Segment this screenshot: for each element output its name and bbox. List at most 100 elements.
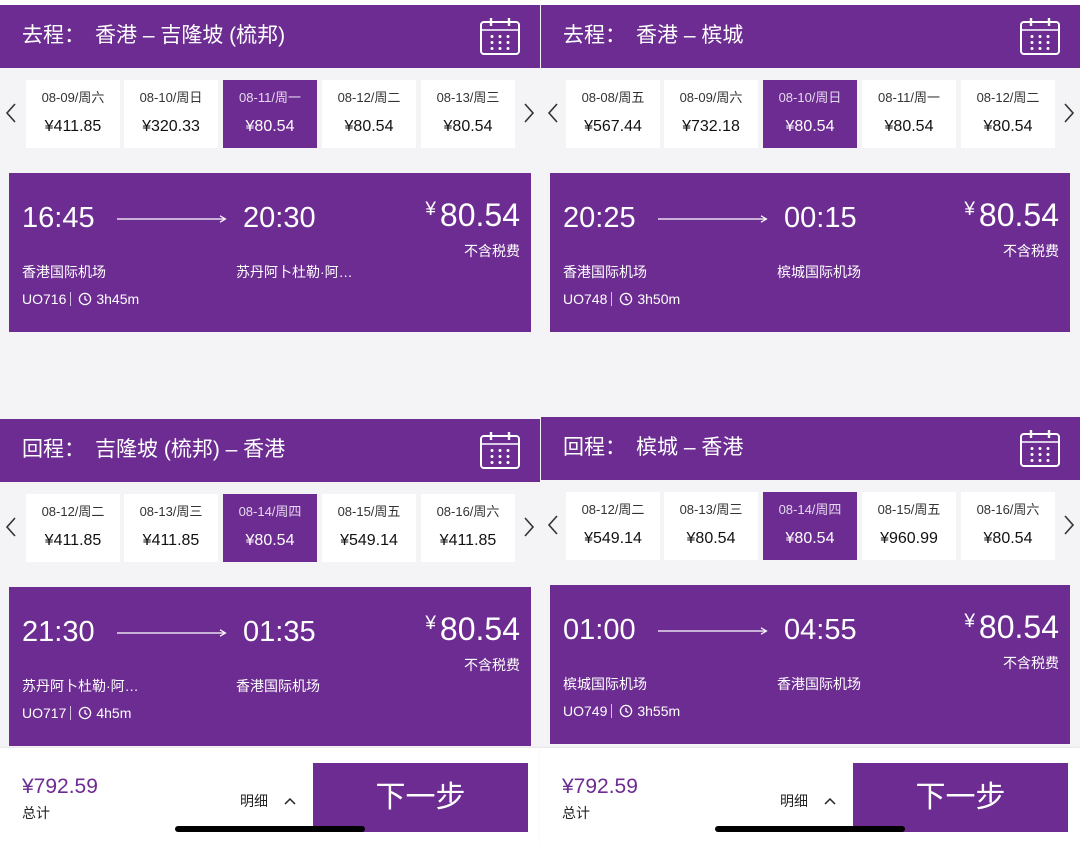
date-option[interactable]: 08-12/周二 ¥80.54 <box>322 80 416 148</box>
date-option[interactable]: 08-09/周六 ¥411.85 <box>26 80 120 148</box>
meta-divider <box>70 706 72 720</box>
calendar-button[interactable] <box>1019 429 1061 468</box>
date-option-price: ¥732.18 <box>682 118 740 135</box>
calendar-button[interactable] <box>479 431 521 470</box>
flight-card[interactable]: 01:00 04:55 ¥ 80.54 不含税费 槟城国际机场 香港国际机场 U… <box>550 585 1070 744</box>
price-amount: 80.54 <box>978 609 1059 645</box>
date-option-date: 08-12/周二 <box>41 504 105 519</box>
price-note: 不含税费 <box>1003 655 1059 671</box>
date-option[interactable]: 08-14/周四 ¥80.54 <box>223 494 317 562</box>
date-option-date: 08-09/周六 <box>41 90 105 105</box>
flight-number: UO748 <box>563 291 608 307</box>
date-option[interactable]: 08-15/周五 ¥960.99 <box>862 492 956 560</box>
clock-icon <box>79 706 92 720</box>
date-option-price: ¥411.85 <box>439 532 497 549</box>
departure-time: 01:00 <box>563 614 636 646</box>
date-option-date: 08-11/周一 <box>239 90 301 105</box>
direction-label: 去程： <box>22 24 85 47</box>
next-step-button[interactable]: 下一步 <box>313 763 528 832</box>
calendar-icon <box>480 18 520 55</box>
flight-duration: 3h55m <box>637 703 681 719</box>
date-option[interactable]: 08-12/周二 ¥549.14 <box>566 492 660 560</box>
chevron-right-icon <box>524 517 535 537</box>
date-option[interactable]: 08-14/周四 ¥80.54 <box>763 492 857 560</box>
previous-dates-button[interactable] <box>545 513 561 537</box>
calendar-icon <box>1020 18 1060 55</box>
chevron-right-icon <box>524 103 535 123</box>
date-option-date: 08-10/周日 <box>139 90 203 105</box>
flight-duration: 3h50m <box>637 291 681 307</box>
price-currency: ¥ <box>964 611 975 632</box>
date-option-price: ¥80.54 <box>245 118 295 135</box>
next-dates-button[interactable] <box>1061 101 1077 125</box>
date-option-price: ¥80.54 <box>344 118 394 135</box>
arrow-right-icon <box>658 215 768 223</box>
date-option[interactable]: 08-12/周二 ¥80.54 <box>961 80 1055 148</box>
price-details-button[interactable]: 明细 <box>780 791 836 811</box>
date-option[interactable]: 08-12/周二 ¥411.85 <box>26 494 120 562</box>
flight-card[interactable]: 20:25 00:15 ¥ 80.54 不含税费 香港国际机场 槟城国际机场 U… <box>550 173 1070 332</box>
price-details-button[interactable]: 明细 <box>240 791 296 811</box>
date-option[interactable]: 08-11/周一 ¥80.54 <box>862 80 956 148</box>
booking-footer: ¥792.59 总计 明细 下一步 <box>0 748 540 845</box>
clock-icon <box>620 704 633 718</box>
date-option-date: 08-08/周五 <box>581 90 645 105</box>
flight-number: UO717 <box>22 705 67 721</box>
date-option[interactable]: 08-13/周三 ¥411.85 <box>124 494 218 562</box>
departure-time: 21:30 <box>22 616 95 648</box>
chevron-left-icon <box>547 103 558 123</box>
date-option[interactable]: 08-08/周五 ¥567.44 <box>566 80 660 148</box>
calendar-button[interactable] <box>479 17 521 56</box>
date-option-date: 08-12/周二 <box>337 90 401 105</box>
date-option[interactable]: 08-10/周日 ¥80.54 <box>763 80 857 148</box>
date-option[interactable]: 08-11/周一 ¥80.54 <box>223 80 317 148</box>
date-option-date: 08-12/周二 <box>976 90 1040 105</box>
outbound-header: 去程： 香港 – 槟城 <box>541 5 1080 68</box>
price-note: 不含税费 <box>464 657 520 673</box>
calendar-button[interactable] <box>1019 17 1061 56</box>
outbound-segment: 去程： 香港 – 吉隆坡 (梳邦) 08-09/周六 ¥411.85 08-10… <box>0 5 540 335</box>
date-option[interactable]: 08-13/周三 ¥80.54 <box>421 80 515 148</box>
return-header: 回程： 槟城 – 香港 <box>541 417 1080 480</box>
date-option-price: ¥80.54 <box>443 118 493 135</box>
total-label: 总计 <box>22 805 50 821</box>
direction-label: 去程： <box>563 24 626 47</box>
previous-dates-button[interactable] <box>545 101 561 125</box>
next-dates-button[interactable] <box>521 515 537 539</box>
chevron-left-icon <box>5 517 16 537</box>
flight-card[interactable]: 16:45 20:30 ¥ 80.54 不含税费 香港国际机场 苏丹阿卜杜勒·阿… <box>9 173 531 332</box>
date-option[interactable]: 08-09/周六 ¥732.18 <box>664 80 758 148</box>
date-option[interactable]: 08-10/周日 ¥320.33 <box>124 80 218 148</box>
chevron-left-icon <box>547 515 558 535</box>
date-option[interactable]: 08-16/周六 ¥80.54 <box>961 492 1055 560</box>
route-title: 香港 – 槟城 <box>636 24 744 47</box>
date-option-price: ¥411.85 <box>44 118 102 135</box>
calendar-icon <box>480 432 520 469</box>
next-step-button[interactable]: 下一步 <box>853 763 1068 832</box>
next-dates-button[interactable] <box>521 101 537 125</box>
next-dates-button[interactable] <box>1061 513 1077 537</box>
direction-label: 回程： <box>563 436 626 459</box>
date-option-date: 08-13/周三 <box>679 502 743 517</box>
previous-dates-button[interactable] <box>3 101 19 125</box>
date-option[interactable]: 08-13/周三 ¥80.54 <box>664 492 758 560</box>
date-option[interactable]: 08-15/周五 ¥549.14 <box>322 494 416 562</box>
home-indicator <box>715 826 905 832</box>
clock-icon <box>79 292 92 306</box>
date-option-price: ¥549.14 <box>340 532 398 549</box>
date-option-price: ¥567.44 <box>584 118 642 135</box>
previous-dates-button[interactable] <box>3 515 19 539</box>
date-option-date: 08-11/周一 <box>878 90 940 105</box>
flight-meta: UO717 4h5m <box>22 704 131 722</box>
date-option[interactable]: 08-16/周六 ¥411.85 <box>421 494 515 562</box>
chevron-right-icon <box>1064 515 1075 535</box>
flight-price: ¥ 80.54 <box>964 196 1059 234</box>
date-option-price: ¥411.85 <box>44 532 102 549</box>
flight-meta: UO716 3h45m <box>22 290 139 308</box>
price-currency: ¥ <box>425 613 436 634</box>
date-option-price: ¥411.85 <box>142 532 200 549</box>
chevron-left-icon <box>5 103 16 123</box>
flight-card[interactable]: 21:30 01:35 ¥ 80.54 不含税费 苏丹阿卜杜勒·阿… 香港国际机… <box>9 587 531 746</box>
date-option-price: ¥549.14 <box>584 530 642 547</box>
price-currency: ¥ <box>964 199 975 220</box>
